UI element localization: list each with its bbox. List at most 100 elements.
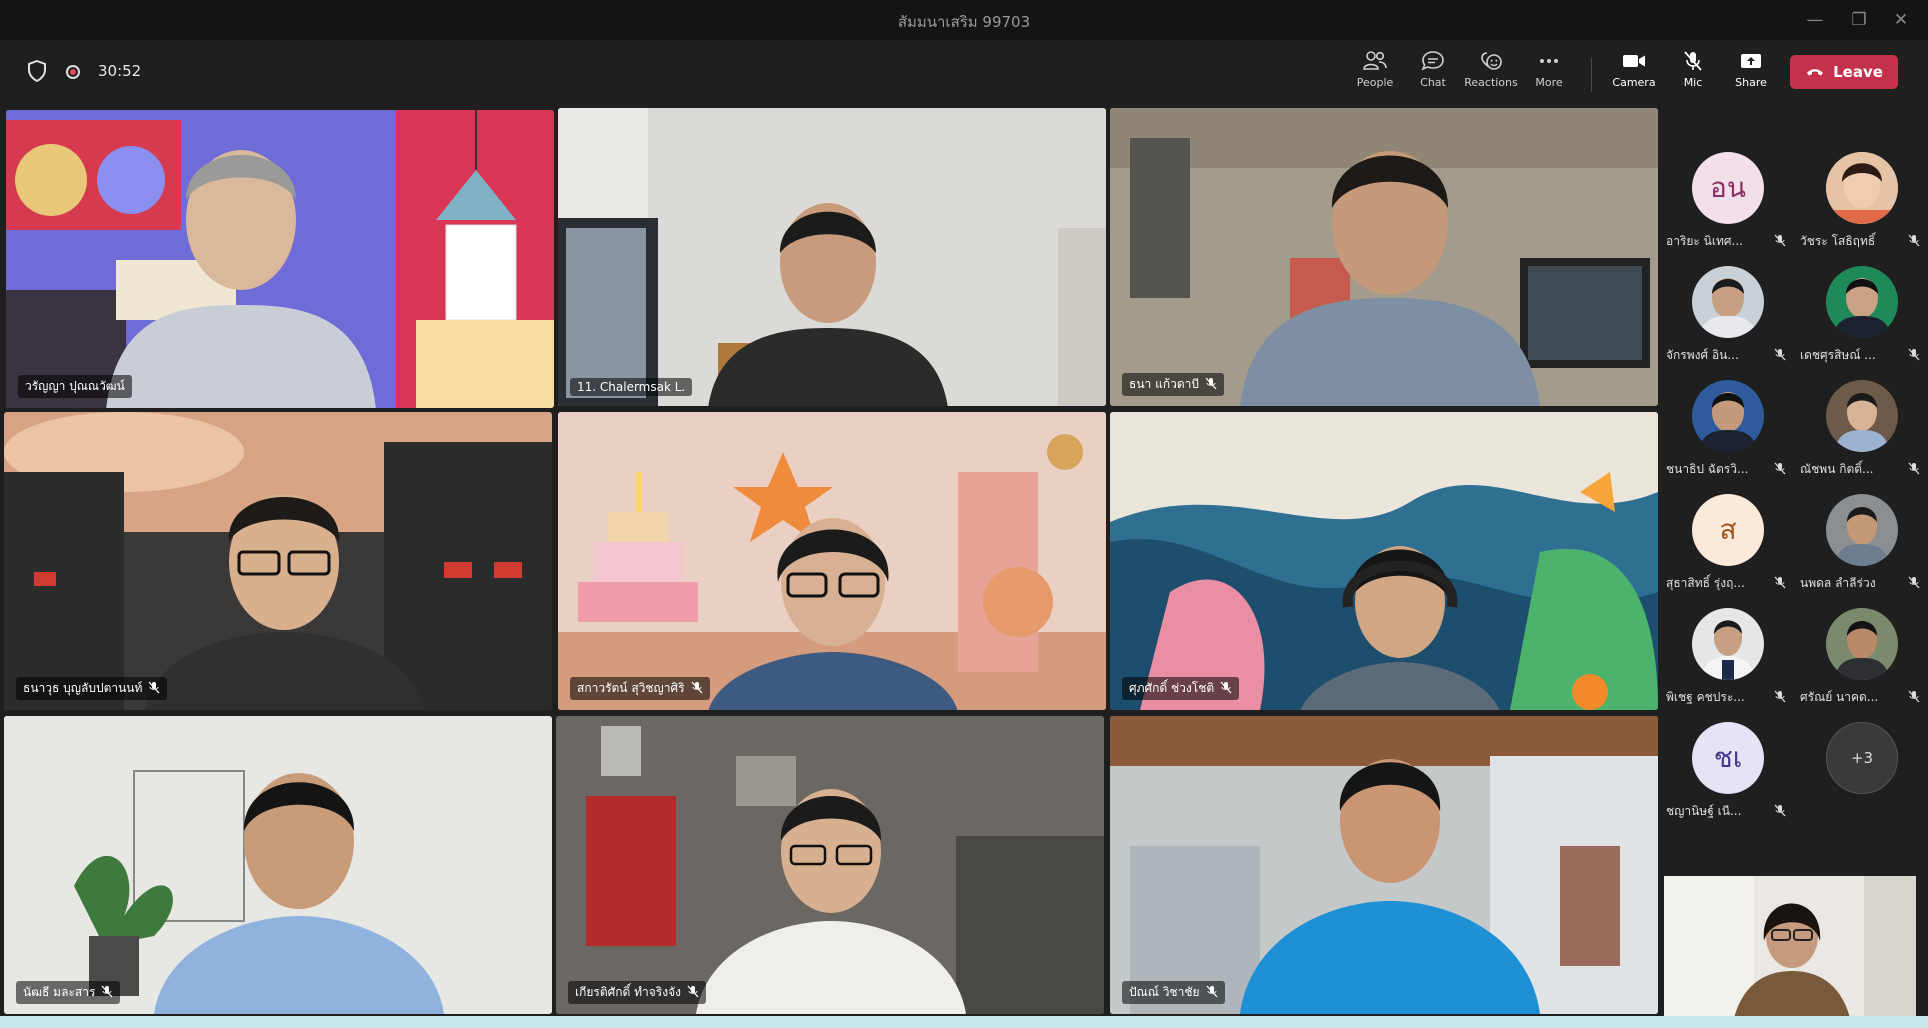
video-tile[interactable]: 11. Chalermsak L. [558, 108, 1106, 406]
participant-item[interactable]: จักรพงศ์ อิน... [1666, 266, 1786, 376]
close-icon[interactable]: ✕ [1886, 6, 1916, 34]
reactions-label: Reactions [1464, 76, 1518, 89]
participant-name-tag: ธนา แก้วดาบี [1122, 373, 1224, 396]
self-view-video[interactable] [1664, 876, 1916, 1018]
participant-item[interactable]: ศรัณย์ นาคด... [1800, 608, 1920, 718]
leave-button[interactable]: Leave [1790, 55, 1898, 89]
participant-item[interactable]: นพดล ลำลีร่วง [1800, 494, 1920, 604]
participant-item[interactable]: เดชศุรสิษณ์ ... [1800, 266, 1920, 376]
avatar [1826, 380, 1898, 452]
participant-name: ชนาธิป ฉัตรวิ... [1666, 462, 1749, 476]
mic-off-icon [1684, 51, 1702, 71]
chat-icon [1421, 51, 1444, 71]
muted-mic-icon [687, 985, 699, 1001]
avatar [1692, 266, 1764, 338]
avatar: ส [1692, 494, 1764, 566]
window-title: สัมมนาเสริม 99703 [897, 13, 1031, 31]
participant-rail: อน อาริยะ นิเทศ... วัชระ โสธิฤทธิ์ จักรพ… [1662, 104, 1928, 866]
participant-name: วัชระ โสธิฤทธิ์ [1800, 234, 1876, 248]
participant-video [106, 130, 376, 408]
meeting-toolbar: 30:52 People Chat Reactions More Camera … [0, 40, 1928, 104]
reactions-button[interactable]: Reactions [1460, 50, 1522, 100]
people-button[interactable]: People [1344, 50, 1406, 100]
recording-icon [66, 65, 80, 79]
participant-name-tag: ปัณณ์ วิชาชัย [1122, 981, 1225, 1004]
share-label: Share [1735, 76, 1767, 89]
avatar [1826, 152, 1898, 224]
participant-video [1240, 128, 1540, 406]
participant-name-tag: วรัญญา ปุณณวัฒน์ [18, 375, 132, 398]
participant-name: ศรัณย์ นาคด... [1800, 690, 1879, 704]
window-bottom-edge [0, 1016, 1928, 1028]
participant-video [698, 198, 958, 406]
participant-item[interactable]: วัชระ โสธิฤทธิ์ [1800, 152, 1920, 262]
more-participants-button[interactable]: +3 [1800, 722, 1920, 832]
camera-label: Camera [1612, 76, 1656, 89]
participant-item[interactable]: ณัชพน กิตติ์... [1800, 380, 1920, 490]
video-tile[interactable]: ธนา แก้วดาบี [1110, 108, 1658, 406]
participant-item[interactable]: พิเชฐ คชประ... [1666, 608, 1786, 718]
muted-mic-icon [1774, 688, 1786, 707]
share-button[interactable]: Share [1720, 50, 1782, 100]
shield-icon[interactable] [28, 59, 46, 86]
more-button[interactable]: More [1518, 50, 1580, 100]
more-label: More [1535, 76, 1563, 89]
mic-label: Mic [1683, 76, 1703, 89]
avatar [1692, 608, 1764, 680]
participant-name: เกียรติศักดิ์ ทำจริงจัง [575, 985, 682, 999]
video-tile[interactable]: เกียรติศักดิ์ ทำจริงจัง [556, 716, 1104, 1014]
muted-mic-icon [101, 985, 113, 1001]
share-icon [1741, 54, 1761, 68]
participant-name: ปัณณ์ วิชาชัย [1129, 985, 1200, 999]
video-tile[interactable]: ปัณณ์ วิชาชัย [1110, 716, 1658, 1014]
participant-name: พิเชฐ คชประ... [1666, 690, 1745, 704]
muted-mic-icon [1774, 460, 1786, 479]
participant-name-tag: เกียรติศักดิ์ ทำจริงจัง [568, 981, 707, 1004]
muted-mic-icon [1908, 688, 1920, 707]
mic-button[interactable]: Mic [1662, 50, 1724, 100]
leave-label: Leave [1833, 63, 1883, 81]
participant-name: นพดล ลำลีร่วง [1800, 576, 1876, 590]
muted-mic-icon [1206, 985, 1218, 1001]
participant-video [696, 771, 966, 1014]
video-tile[interactable]: ธนาวุธ บุญลับปตานนท์ [4, 412, 552, 710]
participant-item[interactable]: ชนาธิป ฉัตรวิ... [1666, 380, 1786, 490]
participant-name: ศุภศักดิ์ ช่วงโชติ [1129, 681, 1215, 695]
muted-mic-icon [1774, 802, 1786, 821]
video-tile[interactable]: สกาวรัตน์ สุวิชญาศิริ [558, 412, 1106, 710]
participant-name: ณัชพน กิตติ์... [1800, 462, 1874, 476]
participant-name: สกาวรัตน์ สุวิชญาศิริ [577, 681, 685, 695]
participant-name: ชญานิษฐ์ เนี... [1666, 804, 1742, 818]
participant-name-tag: ธนาวุธ บุญลับปตานนท์ [16, 677, 168, 700]
minimize-icon[interactable]: — [1800, 6, 1830, 34]
muted-mic-icon [1774, 346, 1786, 365]
avatar: อน [1692, 152, 1764, 224]
people-icon [1363, 51, 1387, 70]
video-tile[interactable]: วรัญญา ปุณณวัฒน์ [6, 110, 554, 408]
video-tile[interactable]: ศุภศักดิ์ ช่วงโชติ [1110, 412, 1658, 710]
restore-icon[interactable]: ❐ [1844, 6, 1874, 34]
participant-video [1240, 736, 1540, 1014]
window-titlebar: สัมมนาเสริม 99703 — ❐ ✕ [0, 0, 1928, 40]
video-tile[interactable]: นัฒธี มละสาร [4, 716, 552, 1014]
participant-name: เดชศุรสิษณ์ ... [1800, 348, 1876, 362]
participant-video [154, 756, 444, 1014]
self-view-image [1664, 876, 1916, 1018]
camera-icon [1623, 55, 1645, 67]
muted-mic-icon [1774, 574, 1786, 593]
avatar [1826, 266, 1898, 338]
avatar [1826, 494, 1898, 566]
reactions-icon [1481, 52, 1502, 70]
participant-item[interactable]: อน อาริยะ นิเทศ... [1666, 152, 1786, 262]
participant-name: สุธาสิทธิ์ รุ่งฤ... [1666, 576, 1745, 590]
chat-button[interactable]: Chat [1402, 50, 1464, 100]
participant-item[interactable]: ชเ ชญานิษฐ์ เนี... [1666, 722, 1786, 832]
participant-name-tag: สกาวรัตน์ สุวิชญาศิริ [570, 677, 710, 700]
muted-mic-icon [1908, 574, 1920, 593]
muted-mic-icon [148, 681, 160, 697]
participant-name: นัฒธี มละสาร [23, 985, 96, 999]
muted-mic-icon [1908, 232, 1920, 251]
avatar [1692, 380, 1764, 452]
camera-button[interactable]: Camera [1603, 50, 1665, 100]
participant-item[interactable]: ส สุธาสิทธิ์ รุ่งฤ... [1666, 494, 1786, 604]
